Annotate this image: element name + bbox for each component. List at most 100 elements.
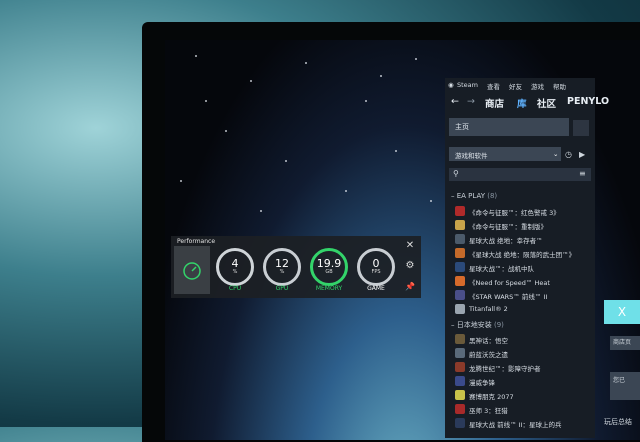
forward-arrow-icon[interactable]: →	[467, 96, 475, 107]
game-icon	[455, 206, 465, 216]
list-item[interactable]: 星球大战™：战机中队	[451, 261, 591, 274]
game-icon	[455, 248, 465, 258]
gpu-unit: %	[279, 269, 285, 275]
store-page-button[interactable]: 商店页	[610, 336, 640, 350]
fps-value: 0	[372, 257, 380, 270]
list-item[interactable]: 《STAR WARS™ 前线™ II	[451, 289, 591, 302]
game-icon	[455, 334, 465, 344]
library-filter-dropdown[interactable]: 游戏和软件 ⌄	[449, 147, 561, 161]
review-summary-label: 玩后总结	[604, 418, 632, 426]
cpu-label: CPU	[228, 285, 242, 292]
cpu-unit: %	[232, 269, 238, 275]
list-item[interactable]: 星球大战 前线™ II：星球上的兵	[451, 417, 591, 430]
game-name: 漫威争锋	[469, 379, 495, 387]
performance-title: Performance	[177, 238, 216, 245]
list-item[interactable]: 巫师 3：狂猎	[451, 403, 591, 416]
list-item[interactable]: 《命令与征服™：重制版》	[451, 219, 591, 232]
game-fps-gauge: 0 FPS	[357, 248, 395, 286]
list-item[interactable]: 漫威争锋	[451, 375, 591, 388]
list-item[interactable]: Titanfall® 2	[451, 303, 591, 316]
list-item[interactable]: 《Need for Speed™ Heat	[451, 275, 591, 288]
settings-gear-icon[interactable]: ⚙	[403, 261, 417, 271]
game-name: 蔚蓝沃茨之遗	[469, 351, 508, 359]
game-icon	[455, 376, 465, 386]
performance-overlay: Performance 4 % CPU 12 % GPU 19.9 GB MEM…	[171, 236, 421, 298]
list-item[interactable]: 赛博朋克 2077	[451, 389, 591, 402]
list-item[interactable]: 龙腾世纪™：影障守护者	[451, 361, 591, 374]
game-icon	[455, 276, 465, 286]
grid-view-icon[interactable]	[573, 120, 589, 136]
menu-games[interactable]: 游戏	[531, 81, 544, 91]
memory-label: MEMORY	[315, 285, 343, 292]
fps-unit: FPS	[371, 269, 381, 275]
gpu-value: 12	[275, 257, 289, 270]
section-header-ea-play[interactable]: – EA PLAY (8)	[451, 192, 497, 200]
list-item[interactable]: 黑神话：悟空	[451, 333, 591, 346]
game-icon	[455, 304, 465, 314]
game-icon	[455, 348, 465, 358]
game-icon	[455, 234, 465, 244]
section-count: (9)	[493, 321, 504, 329]
speedometer-icon	[183, 262, 201, 280]
close-button[interactable]: X	[604, 300, 640, 324]
section-name: EA PLAY	[456, 192, 485, 200]
game-name: 黑神话：悟空	[469, 337, 508, 345]
close-icon[interactable]: ✕	[403, 241, 417, 251]
game-name: 《命令与征服™：红色警戒 3》	[469, 209, 560, 217]
section-count: (8)	[487, 192, 498, 200]
menu-help[interactable]: 帮助	[553, 81, 566, 91]
game-icon	[455, 404, 465, 414]
menu-steam[interactable]: Steam	[457, 81, 478, 89]
game-name: 星球大战 前线™ II：星球上的兵	[469, 421, 562, 429]
cpu-value: 4	[231, 257, 239, 270]
game-name: 《Need for Speed™ Heat	[469, 279, 550, 287]
menu-view[interactable]: 查看	[487, 81, 500, 91]
library-search-input[interactable]: ⚲ ≡	[449, 168, 591, 181]
game-name: 巫师 3：狂猎	[469, 407, 508, 415]
nav-store[interactable]: 商店	[485, 96, 504, 110]
play-icon[interactable]: ▶	[579, 150, 585, 159]
game-detail-panel: X 商店页 您已 玩后总结	[598, 300, 640, 430]
memory-value: 19.9	[316, 257, 342, 270]
section-header-installed[interactable]: – 日本地安装 (9)	[451, 320, 504, 330]
game-name: 星球大战™：战机中队	[469, 265, 534, 273]
game-name: 《星球大战 绝地：陨落的武士团™》	[469, 251, 576, 259]
clock-icon[interactable]: ◷	[565, 150, 572, 159]
list-item[interactable]: 星球大战 绝地：幸存者™	[451, 233, 591, 246]
steam-window: ◉ Steam 查看 好友 游戏 帮助 ← → 商店 库 社区 PENYLO 主…	[445, 78, 609, 438]
list-item[interactable]: 《星球大战 绝地：陨落的武士团™》	[451, 247, 591, 260]
pin-icon[interactable]: 📌	[403, 282, 417, 292]
game-name: 星球大战 绝地：幸存者™	[469, 237, 543, 245]
game-icon	[455, 290, 465, 300]
list-item[interactable]: 蔚蓝沃茨之遗	[451, 347, 591, 360]
game-icon	[455, 362, 465, 372]
home-label: 主页	[455, 123, 469, 131]
performance-toggle-button[interactable]	[174, 246, 210, 294]
gpu-label: GPU	[275, 285, 289, 292]
game-name: 赛博朋克 2077	[469, 393, 514, 401]
section-name: 日本地安装	[456, 321, 492, 329]
memory-gauge: 19.9 GB	[310, 248, 348, 286]
game-name: 《命令与征服™：重制版》	[469, 223, 547, 231]
list-item[interactable]: 《命令与征服™：红色警戒 3》	[451, 205, 591, 218]
nav-community[interactable]: 社区	[537, 96, 556, 110]
library-home-button[interactable]: 主页	[449, 118, 569, 136]
gpu-gauge: 12 %	[263, 248, 301, 286]
cpu-gauge: 4 %	[216, 248, 254, 286]
game-label: GAME	[367, 285, 385, 292]
game-name: 龙腾世纪™：影障守护者	[469, 365, 541, 373]
game-icon	[455, 262, 465, 272]
steam-logo-icon: ◉	[448, 81, 454, 89]
search-icon: ⚲	[453, 169, 459, 178]
game-icon	[455, 390, 465, 400]
nav-profile[interactable]: PENYLO	[567, 96, 609, 107]
game-icon	[455, 220, 465, 230]
sort-icon[interactable]: ≡	[579, 169, 586, 178]
filter-label: 游戏和软件	[455, 152, 488, 160]
menu-friends[interactable]: 好友	[509, 81, 522, 91]
back-arrow-icon[interactable]: ←	[451, 96, 459, 107]
chevron-down-icon: ⌄	[553, 150, 559, 158]
game-name: 《STAR WARS™ 前线™ II	[469, 293, 548, 301]
game-name: Titanfall® 2	[469, 305, 508, 313]
nav-library[interactable]: 库	[517, 96, 527, 110]
